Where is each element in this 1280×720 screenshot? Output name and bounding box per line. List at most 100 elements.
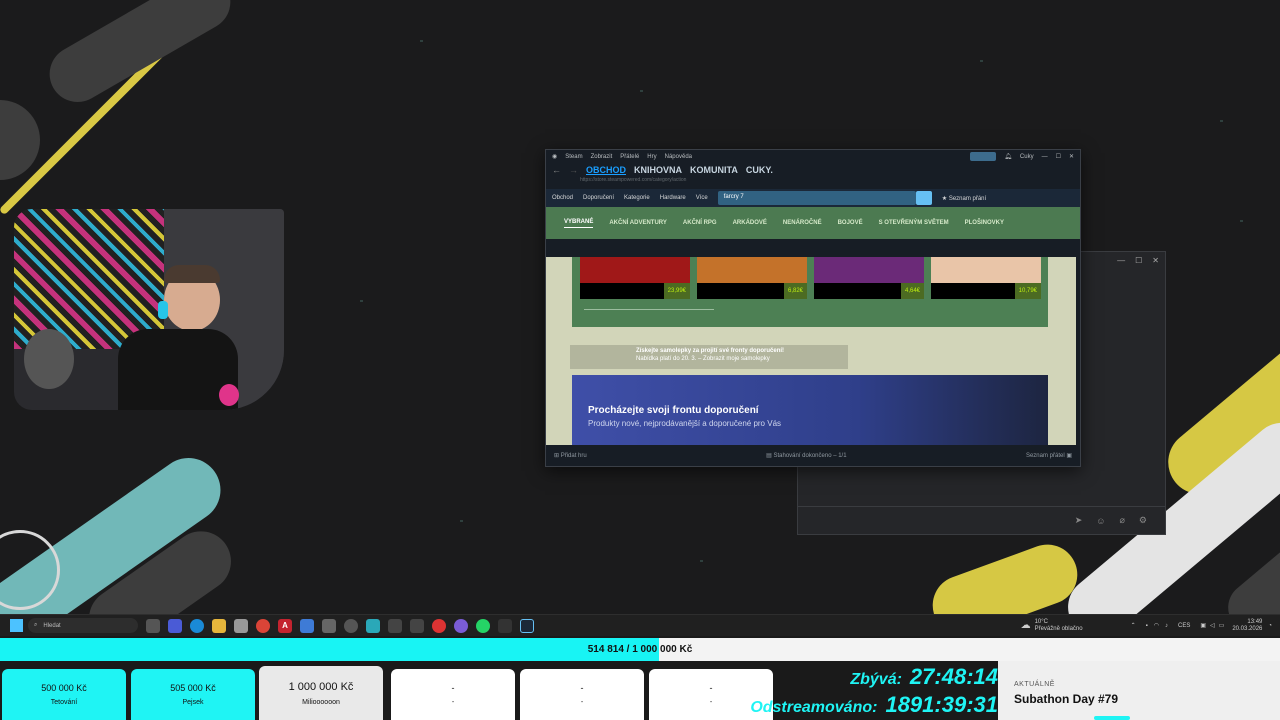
steam-menu-view[interactable]: Zobrazit [591,154,613,160]
store-menu-store[interactable]: Obchod [552,195,573,201]
steam-user-menu[interactable]: Cuky [1020,154,1034,160]
game-card[interactable]: 6,82€ [697,257,807,301]
volume-icon[interactable]: ◁ [1210,622,1215,629]
network-icon[interactable]: ▣ [1200,622,1206,629]
steam-menu-friends[interactable]: Přátelé [620,154,639,160]
game-price: 10,79€ [1014,283,1041,299]
windows-start-icon[interactable] [10,619,23,632]
app-icon[interactable] [300,618,314,633]
goal-label: Milioooooon [302,698,340,706]
tab-fighting[interactable]: BOJOVÉ [838,220,863,226]
battery-icon[interactable]: ▭ [1219,622,1225,629]
desktop-background: — ☐ ✕ ➤ ☺ ⌀ ⚙ ◉ Steam Zobrazit Přátelé H… [0,0,1280,614]
settings-icon[interactable]: ⚙ [1139,515,1147,526]
maximize-icon[interactable]: ☐ [1135,256,1142,265]
gray-pill-decoration [39,0,241,113]
sticker-promo[interactable]: Získejte samolepky za projití své fronty… [570,345,848,369]
game-card[interactable]: 4,64€ [814,257,924,301]
tab-arcade[interactable]: ARKÁDOVÉ [733,220,767,226]
app-icon[interactable] [454,618,468,633]
store-icon[interactable] [234,618,248,633]
send-icon[interactable]: ➤ [1075,515,1083,526]
close-icon[interactable]: ✕ [1152,256,1159,265]
app-icon[interactable] [322,618,336,633]
category-tabs: VYBRANÉ AKČNÍ ADVENTURY AKČNÍ RPG ARKÁDO… [546,207,1080,239]
remaining-time: 27:48:14 [909,664,998,689]
acrobat-icon[interactable]: A [278,618,292,633]
game-carousel: 23,99€ 6,82€ 4,64€ 10,79€ [572,257,1048,327]
language-indicator[interactable]: CES [1178,623,1190,629]
forward-arrow-icon[interactable]: → [569,165,578,175]
store-menu-more[interactable]: Více [696,195,708,201]
weather-desc: Převážně oblačno [1034,625,1083,632]
minimize-icon[interactable]: — [1117,256,1125,265]
nav-profile[interactable]: CUKY. [746,165,773,175]
game-card[interactable]: 23,99€ [580,257,690,301]
teams-icon[interactable] [168,618,182,633]
steam-taskbar-icon[interactable] [520,618,534,633]
wishlist-link[interactable]: ★ Seznam přání [942,195,986,202]
announce-button[interactable] [970,152,997,161]
tab-open-world[interactable]: S OTEVŘENÝM SVĚTEM [879,220,949,226]
store-menu-categories[interactable]: Kategorie [624,195,650,201]
close-icon[interactable]: ✕ [1069,153,1074,160]
minimize-icon[interactable]: — [1042,154,1048,160]
back-arrow-icon[interactable]: ← [552,165,561,175]
task-view-icon[interactable] [146,618,160,633]
search-icon[interactable] [915,191,932,205]
file-explorer-icon[interactable] [212,618,226,633]
app-icon[interactable] [432,618,446,633]
mic-icon[interactable]: ♪ [1165,623,1168,629]
add-game-button[interactable]: ⊞ Přidat hru [554,452,587,459]
cloud-icon: ☁ [1020,620,1031,631]
store-content: 23,99€ 6,82€ 4,64€ 10,79€ Získejte samol… [546,257,1076,447]
chevron-up-icon[interactable]: ⌃ [1131,622,1136,629]
steam-window[interactable]: ◉ Steam Zobrazit Přátelé Hry Nápověda 🔔︎… [545,149,1081,467]
goal-card: - - [391,669,515,720]
tab-casual[interactable]: NENÁROČNÉ [783,220,822,226]
nav-library[interactable]: KNIHOVNA [634,165,682,175]
bell-icon[interactable]: 🔔︎ [1004,153,1012,160]
taskbar-search[interactable]: ⌕ Hledat [28,618,138,633]
tab-action-rpg[interactable]: AKČNÍ RPG [683,220,717,226]
whatsapp-icon[interactable] [476,618,490,633]
clock[interactable]: 13:49 20.03.2026 [1232,619,1262,633]
notification-icon[interactable]: ◔ [1268,623,1272,629]
clock-date: 20.03.2026 [1232,625,1263,632]
tray-app-icon[interactable]: ▪ [1146,623,1148,629]
carousel-indicator[interactable] [584,309,714,310]
game-card[interactable]: 10,79€ [931,257,1041,301]
downloads-status[interactable]: ▤ Stahování dokončeno – 1/1 [766,452,846,459]
app-icon[interactable] [388,618,402,633]
goal-label: - [451,699,455,706]
attach-icon[interactable]: ⌀ [1120,515,1125,526]
wifi-icon[interactable]: ◠ [1154,622,1159,629]
steam-menu-app[interactable]: Steam [565,154,582,160]
store-menu-recommended[interactable]: Doporučení [583,195,614,201]
emoji-icon[interactable]: ☺ [1096,516,1105,526]
webcam-feed [14,209,284,410]
store-menu-hardware[interactable]: Hardware [660,195,686,201]
tab-action-adventure[interactable]: AKČNÍ ADVENTURY [609,220,667,226]
nav-store[interactable]: OBCHOD [586,165,626,175]
app-icon[interactable] [410,618,424,633]
edge-icon[interactable] [190,618,204,633]
steam-menu-games[interactable]: Hry [647,154,656,160]
app-icon[interactable] [366,618,380,633]
tab-platformer[interactable]: PLOŠINOVKY [965,220,1004,226]
store-search-input[interactable]: farcry 7 [717,191,916,205]
obs-icon[interactable] [344,618,358,633]
maximize-icon[interactable]: ☐ [1056,153,1061,160]
tab-featured[interactable]: VYBRANÉ [564,219,594,228]
steam-titlebar: ◉ Steam Zobrazit Přátelé Hry Nápověda 🔔︎… [546,150,1080,163]
steam-menu-help[interactable]: Nápověda [665,154,692,160]
goal-card-current: 1 000 000 Kč Milioooooon [259,666,383,720]
weather-widget[interactable]: ☁ 10°C Převážně oblačno [1021,619,1083,633]
discovery-queue-banner[interactable]: Procházejte svoji frontu doporučení Prod… [572,375,1048,447]
goal-amount: 500 000 Kč [41,683,87,693]
remaining-label: Zbývá: [850,671,902,688]
chrome-icon[interactable] [256,618,270,633]
friends-list-button[interactable]: Seznam přátel ▣ [1026,452,1072,459]
nav-community[interactable]: KOMUNITA [690,165,738,175]
app-icon[interactable] [498,618,512,633]
